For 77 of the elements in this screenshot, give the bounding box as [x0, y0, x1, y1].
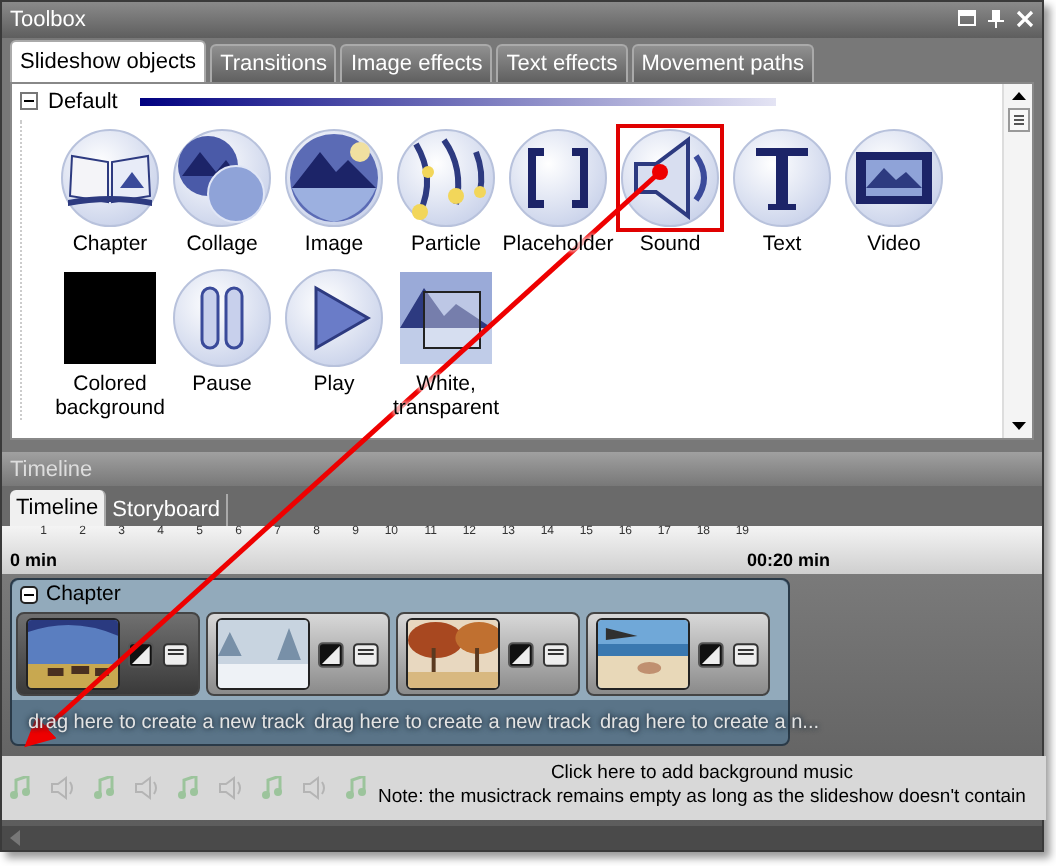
tool-label: Pause: [192, 371, 252, 396]
tool-label: Play: [313, 371, 355, 396]
contrast-icon[interactable]: [508, 641, 535, 667]
vertical-scrollbar[interactable]: [1002, 83, 1032, 439]
music-note-icon: [262, 776, 282, 800]
horizontal-scrollbar[interactable]: [2, 826, 1042, 850]
slide-card[interactable]: [586, 612, 770, 696]
panel-title: Timeline: [10, 457, 93, 482]
tab[interactable]: Text effects: [496, 43, 628, 82]
tool-label: Image: [304, 231, 364, 256]
start-time: 0 min: [10, 550, 58, 571]
speaker-icon: [50, 776, 74, 800]
tool-tile[interactable]: [280, 263, 388, 372]
chapter-label: Chapter: [46, 582, 121, 606]
tab[interactable]: Image effects: [340, 43, 493, 82]
music-hint: Click here to add background music: [550, 762, 853, 786]
pause-icon: [172, 267, 272, 368]
highlight-frame[interactable]: [616, 123, 724, 232]
book-icon: [60, 127, 160, 228]
stack-icon[interactable]: [162, 641, 191, 667]
tab[interactable]: Slideshow objects: [10, 39, 207, 82]
particles-icon: [396, 127, 496, 228]
tool-label: Chapter: [72, 231, 148, 256]
end-time: 00:20 min: [746, 550, 830, 571]
brackets-icon: [508, 127, 608, 228]
contrast-icon[interactable]: [698, 641, 725, 667]
play-icon: [284, 267, 384, 368]
tool-label: Video: [867, 231, 921, 256]
speaker-icon: [218, 776, 242, 800]
tool-label: Collage: [186, 231, 258, 256]
music-note-icon: [10, 776, 30, 800]
collapse-icon[interactable]: [20, 92, 38, 111]
stack-icon[interactable]: [732, 641, 761, 667]
tool-tile[interactable]: [392, 123, 500, 232]
tool-tile[interactable]: [504, 123, 612, 232]
group-header: Default: [48, 89, 118, 114]
stack-icon[interactable]: [542, 641, 571, 667]
collage-icon: [172, 127, 272, 228]
slide-card[interactable]: [16, 612, 200, 696]
drop-hint[interactable]: drag here to create a n...: [600, 711, 820, 733]
slide-card[interactable]: [396, 612, 580, 696]
tool-tile[interactable]: [168, 263, 276, 372]
tab[interactable]: Transitions: [210, 43, 337, 82]
slide-card[interactable]: [206, 612, 390, 696]
music-note-icon: [94, 776, 114, 800]
window-icon[interactable]: [958, 10, 976, 29]
close-icon[interactable]: [1016, 10, 1034, 29]
drop-hint[interactable]: drag here to create a new track: [314, 711, 600, 733]
contrast-icon[interactable]: [318, 641, 345, 667]
collapse-icon[interactable]: [20, 585, 38, 603]
tool-label: Sound: [639, 231, 701, 256]
tool-tile[interactable]: [168, 123, 276, 232]
music-note-icon: [346, 776, 366, 800]
transparent-image-icon: [396, 267, 496, 368]
speaker-icon: [134, 776, 158, 800]
tab[interactable]: Timeline: [10, 490, 107, 527]
tool-tile[interactable]: [56, 123, 164, 232]
tool-tile[interactable]: [728, 123, 836, 232]
tool-tile[interactable]: [840, 123, 948, 232]
film-icon: [844, 127, 944, 228]
mountain-icon: [284, 127, 384, 228]
music-track[interactable]: Click here to add background music Note: the musictrack remains empty as long as the slideshow doesn't contain: [2, 756, 1046, 820]
tool-label: Colored background: [54, 371, 166, 420]
scroll-thumb[interactable]: [1007, 107, 1029, 132]
speaker-icon: [620, 127, 720, 228]
filled-square-icon: [60, 267, 160, 368]
text-icon: [732, 127, 832, 228]
tool-label: Particle: [410, 231, 481, 256]
speaker-icon: [302, 776, 326, 800]
stack-icon[interactable]: [352, 641, 381, 667]
tool-label: Text: [762, 231, 802, 256]
panel-title: Toolbox: [10, 7, 88, 32]
music-note-icon: [178, 776, 198, 800]
music-hint: Note: the musictrack remains empty as long as the slideshow doesn't contain: [378, 786, 1026, 810]
tool-tile[interactable]: [280, 123, 388, 232]
pin-icon[interactable]: [988, 10, 1004, 29]
tab[interactable]: Movement paths: [631, 43, 815, 82]
